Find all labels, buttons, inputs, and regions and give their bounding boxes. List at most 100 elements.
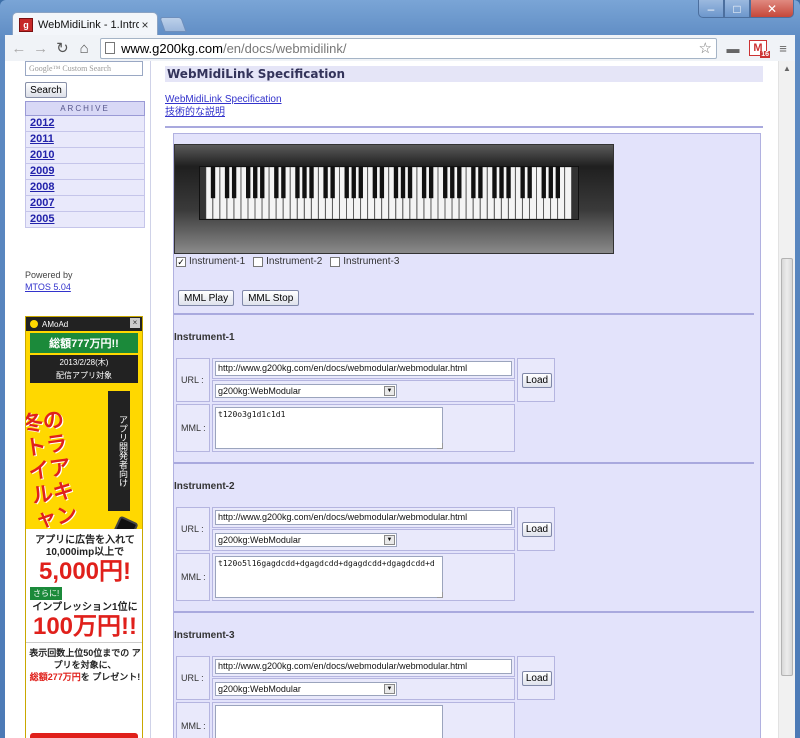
vertical-scrollbar[interactable]: ▲ xyxy=(778,61,795,738)
search-button[interactable]: Search xyxy=(25,82,67,98)
piano-black-key[interactable] xyxy=(421,167,427,199)
instrument-2-checkbox[interactable]: Instrument-2 xyxy=(253,256,322,267)
piano-black-key[interactable] xyxy=(224,167,230,199)
piano-keyboard[interactable] xyxy=(199,166,579,220)
mml-stop-button[interactable]: MML Stop xyxy=(242,290,300,306)
tab-close-icon[interactable]: × xyxy=(139,18,151,32)
url-input[interactable]: http://www.g200kg.com/en/docs/webmodular… xyxy=(215,361,512,376)
piano-black-key[interactable] xyxy=(443,167,448,199)
checkbox-icon[interactable] xyxy=(330,256,341,267)
piano-black-key[interactable] xyxy=(400,167,406,199)
archive-year-link[interactable]: 2011 xyxy=(25,132,145,148)
mml-label: MML : xyxy=(176,702,210,738)
menu-icon[interactable]: ≡ xyxy=(775,40,791,56)
piano-black-key[interactable] xyxy=(309,167,314,199)
piano-black-key[interactable] xyxy=(506,167,511,199)
piano-black-key[interactable] xyxy=(471,167,476,199)
piano-black-key[interactable] xyxy=(344,167,349,199)
mml-textarea[interactable] xyxy=(215,705,443,738)
scroll-up-arrow-icon[interactable]: ▲ xyxy=(779,61,795,77)
window-close-icon[interactable]: ✕ xyxy=(750,0,794,18)
archive-year-link[interactable]: 2008 xyxy=(25,180,145,196)
piano-black-key[interactable] xyxy=(231,167,237,199)
piano-white-key[interactable] xyxy=(564,167,572,219)
piano-black-key[interactable] xyxy=(393,167,399,199)
piano-black-key[interactable] xyxy=(499,167,504,199)
technical-link[interactable]: 技術的な説明 xyxy=(165,106,763,119)
piano-black-key[interactable] xyxy=(520,167,525,199)
checkbox-icon[interactable] xyxy=(253,256,264,267)
mml-textarea[interactable]: t120o5l16gagdcdd+dgagdcdd+dgagdcdd+dgagd… xyxy=(215,556,443,598)
archive-year-link[interactable]: 2009 xyxy=(25,164,145,180)
select-value: g200kg:WebModular xyxy=(218,535,301,545)
piano-black-key[interactable] xyxy=(379,167,385,199)
piano-black-key[interactable] xyxy=(330,167,335,199)
piano-black-key[interactable] xyxy=(323,167,328,199)
minimize-icon[interactable]: – xyxy=(698,0,724,18)
maximize-icon[interactable]: □ xyxy=(724,0,750,18)
spec-link[interactable]: WebMidiLink Specification xyxy=(165,93,763,106)
extension-icon[interactable]: ▬ xyxy=(725,40,741,56)
mtos-link[interactable]: MTOS 5.04 xyxy=(25,282,71,292)
instrument-3-checkbox[interactable]: Instrument-3 xyxy=(330,256,399,267)
archive-year-link[interactable]: 2010 xyxy=(25,148,145,164)
piano-black-key[interactable] xyxy=(555,167,561,199)
dropdown-arrow-icon[interactable]: ▼ xyxy=(384,386,395,396)
url-input[interactable]: http://www.g200kg.com/en/docs/webmodular… xyxy=(215,510,512,525)
bookmark-star-icon[interactable]: ☆ xyxy=(699,39,712,57)
resize-handle-icon[interactable] xyxy=(437,443,443,449)
address-bar[interactable]: www.g200kg.com /en/docs/webmidilink/ ☆ xyxy=(100,37,717,59)
piano-black-key[interactable] xyxy=(358,167,363,199)
ad-banner[interactable]: AMoAd × 総額777万円!! 2013/2/28(木) 配信アプリ対象 冬… xyxy=(25,316,143,738)
piano-black-key[interactable] xyxy=(281,167,286,199)
piano-black-key[interactable] xyxy=(527,167,532,199)
instrument-1-checkbox[interactable]: ✓ Instrument-1 xyxy=(176,256,245,267)
piano-black-key[interactable] xyxy=(548,167,553,199)
archive-year-link[interactable]: 2007 xyxy=(25,196,145,212)
load-button[interactable]: Load xyxy=(522,522,552,537)
piano-black-key[interactable] xyxy=(428,167,434,199)
piano-black-key[interactable] xyxy=(302,167,307,199)
archive-year-link[interactable]: 2012 xyxy=(25,116,145,132)
instrument-select[interactable]: g200kg:WebModular ▼ xyxy=(215,682,397,696)
dropdown-arrow-icon[interactable]: ▼ xyxy=(384,535,395,545)
search-input[interactable]: Google™ Custom Search xyxy=(25,61,143,76)
mml-textarea[interactable]: t120o3g1d1c1d1 xyxy=(215,407,443,449)
piano-black-key[interactable] xyxy=(457,167,462,199)
new-tab-button[interactable] xyxy=(159,17,187,32)
piano-black-key[interactable] xyxy=(260,167,265,199)
reload-icon[interactable]: ↻ xyxy=(53,38,73,58)
piano-black-key[interactable] xyxy=(295,167,300,199)
url-input[interactable]: http://www.g200kg.com/en/docs/webmodular… xyxy=(215,659,512,674)
archive-year-link[interactable]: 2005 xyxy=(25,212,145,228)
checkbox-icon[interactable]: ✓ xyxy=(176,256,186,267)
toolbar-extensions: ▬ M 16 ≡ xyxy=(725,40,791,58)
instrument-select[interactable]: g200kg:WebModular ▼ xyxy=(215,533,397,547)
piano-black-key[interactable] xyxy=(541,167,546,199)
piano-black-key[interactable] xyxy=(351,167,356,199)
ad-close-icon[interactable]: × xyxy=(130,318,140,328)
dropdown-arrow-icon[interactable]: ▼ xyxy=(384,684,395,694)
mml-controls: MML Play MML Stop xyxy=(178,290,300,306)
resize-handle-icon[interactable] xyxy=(437,592,443,598)
piano-black-key[interactable] xyxy=(450,167,455,199)
piano-black-key[interactable] xyxy=(246,167,251,199)
instrument-select[interactable]: g200kg:WebModular ▼ xyxy=(215,384,397,398)
piano-black-key[interactable] xyxy=(274,167,279,199)
mml-play-button[interactable]: MML Play xyxy=(178,290,235,306)
home-icon[interactable]: ⌂ xyxy=(74,38,94,58)
ad-cta-button[interactable] xyxy=(30,733,138,738)
load-button[interactable]: Load xyxy=(522,373,552,388)
piano-black-key[interactable] xyxy=(492,167,497,199)
browser-tab[interactable]: g WebMidiLink - 1.Introdu × xyxy=(12,12,158,36)
piano-black-key[interactable] xyxy=(210,167,216,199)
piano-black-key[interactable] xyxy=(407,167,413,199)
back-arrow-icon[interactable]: ← xyxy=(9,38,29,58)
scrollbar-thumb[interactable] xyxy=(781,258,793,676)
piano-black-key[interactable] xyxy=(372,167,378,199)
gmail-icon[interactable]: M 16 xyxy=(748,40,770,58)
load-button[interactable]: Load xyxy=(522,671,552,686)
forward-arrow-icon[interactable]: → xyxy=(31,38,51,58)
piano-black-key[interactable] xyxy=(478,167,483,199)
piano-black-key[interactable] xyxy=(253,167,258,199)
